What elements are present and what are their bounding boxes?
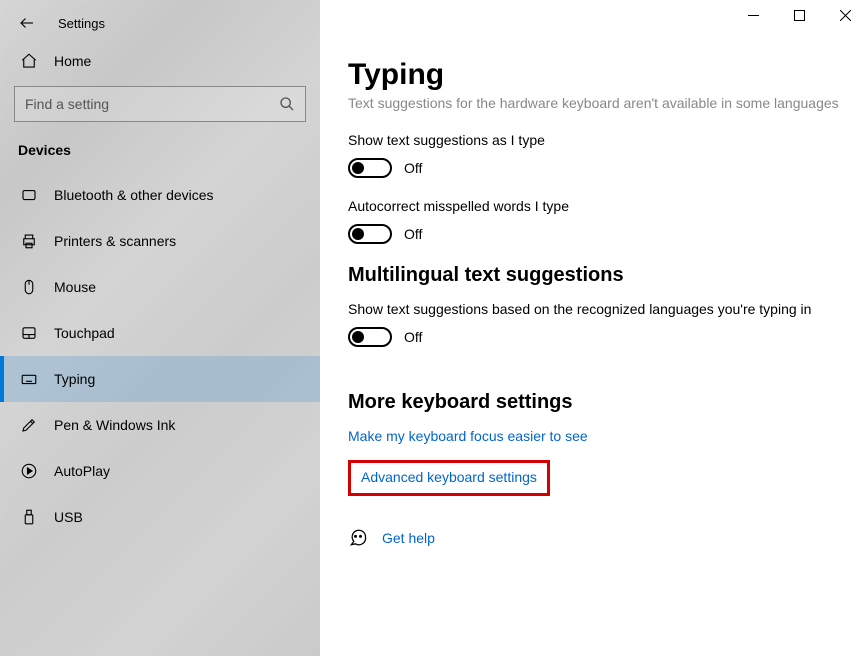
- bluetooth-icon: [18, 186, 40, 204]
- autoplay-icon: [18, 462, 40, 480]
- home-nav-item[interactable]: Home: [0, 42, 320, 80]
- truncated-description: Text suggestions for the hardware keyboa…: [348, 94, 840, 114]
- back-button[interactable]: [18, 14, 36, 32]
- sidebar-item-mouse[interactable]: Mouse: [0, 264, 320, 310]
- sidebar-item-typing[interactable]: Typing: [0, 356, 320, 402]
- section-multilingual: Multilingual text suggestions: [348, 264, 840, 287]
- window-controls: [320, 0, 868, 34]
- sidebar: Settings Home Devices: [0, 0, 320, 656]
- home-icon: [18, 52, 40, 70]
- printer-icon: [18, 232, 40, 250]
- nav-label: Bluetooth & other devices: [54, 187, 214, 203]
- pen-icon: [18, 416, 40, 434]
- nav-label: USB: [54, 509, 83, 525]
- home-label: Home: [54, 53, 91, 69]
- sidebar-item-printers[interactable]: Printers & scanners: [0, 218, 320, 264]
- nav-label: Mouse: [54, 279, 96, 295]
- help-icon: [348, 528, 368, 548]
- search-input[interactable]: [25, 96, 279, 112]
- highlight-box: Advanced keyboard settings: [348, 460, 550, 496]
- sidebar-item-bluetooth[interactable]: Bluetooth & other devices: [0, 172, 320, 218]
- setting-label-multilingual: Show text suggestions based on the recog…: [348, 301, 840, 317]
- toggle-autocorrect[interactable]: [348, 224, 392, 244]
- link-get-help[interactable]: Get help: [382, 530, 435, 546]
- toggle-state: Off: [404, 226, 422, 242]
- sidebar-item-pen[interactable]: Pen & Windows Ink: [0, 402, 320, 448]
- usb-icon: [18, 508, 40, 526]
- app-title: Settings: [58, 16, 105, 31]
- sidebar-item-autoplay[interactable]: AutoPlay: [0, 448, 320, 494]
- sidebar-item-touchpad[interactable]: Touchpad: [0, 310, 320, 356]
- nav-label: AutoPlay: [54, 463, 110, 479]
- toggle-multilingual[interactable]: [348, 327, 392, 347]
- touchpad-icon: [18, 324, 40, 342]
- keyboard-icon: [18, 370, 40, 388]
- link-advanced-keyboard[interactable]: Advanced keyboard settings: [361, 469, 537, 485]
- page-title: Typing: [348, 58, 840, 92]
- nav-list: Bluetooth & other devices Printers & sca…: [0, 172, 320, 540]
- nav-label: Printers & scanners: [54, 233, 176, 249]
- mouse-icon: [18, 278, 40, 296]
- category-header: Devices: [0, 136, 320, 172]
- toggle-text-suggestions[interactable]: [348, 158, 392, 178]
- nav-label: Touchpad: [54, 325, 115, 341]
- nav-label: Pen & Windows Ink: [54, 417, 175, 433]
- search-icon: [279, 96, 295, 112]
- main-pane: Typing Text suggestions for the hardware…: [320, 0, 868, 656]
- close-button[interactable]: [822, 0, 868, 30]
- section-more-keyboard: More keyboard settings: [348, 391, 840, 414]
- sidebar-item-usb[interactable]: USB: [0, 494, 320, 540]
- nav-label: Typing: [54, 371, 95, 387]
- minimize-button[interactable]: [730, 0, 776, 30]
- setting-label-autocorrect: Autocorrect misspelled words I type: [348, 198, 840, 214]
- search-box[interactable]: [14, 86, 306, 122]
- setting-label-text-suggestions: Show text suggestions as I type: [348, 132, 840, 148]
- toggle-state: Off: [404, 329, 422, 345]
- maximize-button[interactable]: [776, 0, 822, 30]
- toggle-state: Off: [404, 160, 422, 176]
- link-keyboard-focus[interactable]: Make my keyboard focus easier to see: [348, 428, 588, 444]
